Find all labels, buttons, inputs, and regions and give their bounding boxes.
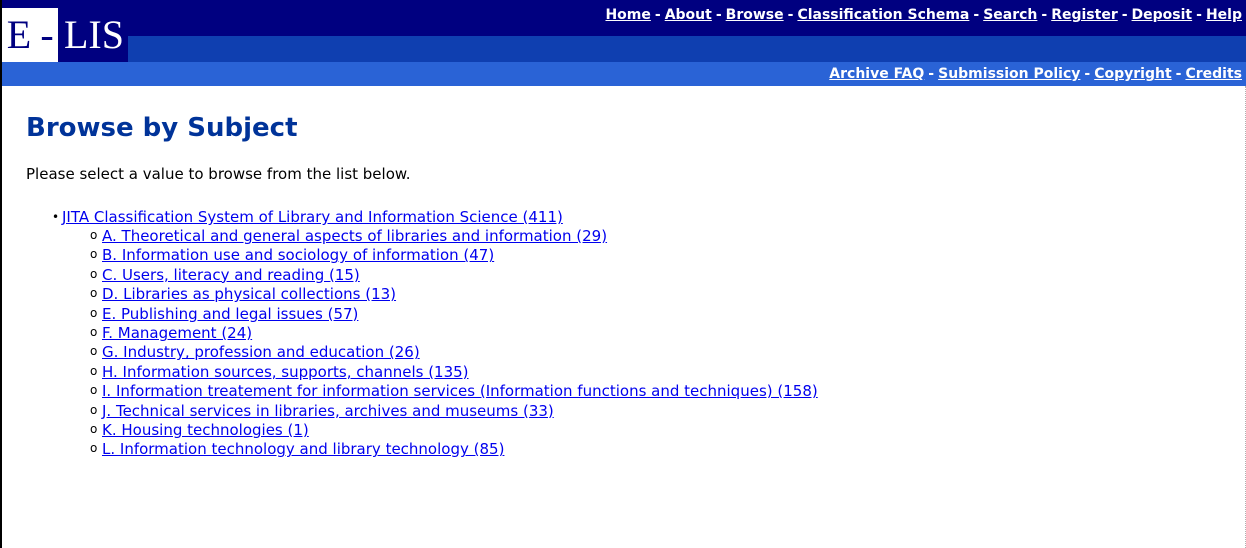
subject-tree-root-list: JITA Classification System of Library an… — [26, 208, 1226, 460]
nav-copyright-link[interactable]: Copyright — [1094, 66, 1171, 82]
site-logo[interactable]: E - LIS — [2, 8, 128, 62]
list-item: I. Information treatement for informatio… — [90, 381, 1226, 401]
nav-separator: - — [654, 7, 661, 23]
subject-link-a[interactable]: A. Theoretical and general aspects of li… — [102, 227, 607, 245]
nav-separator: - — [1041, 7, 1048, 23]
secondary-nav: Archive FAQ - Submission Policy - Copyri… — [829, 62, 1242, 86]
subject-tree: JITA Classification System of Library an… — [26, 208, 1226, 460]
header-band-middle — [0, 36, 1246, 62]
logo-letter-e: E — [2, 8, 36, 62]
nav-submission-policy-link[interactable]: Submission Policy — [938, 66, 1080, 82]
nav-deposit-link[interactable]: Deposit — [1132, 7, 1193, 23]
subject-link-k[interactable]: K. Housing technologies (1) — [102, 421, 309, 439]
nav-separator: - — [1084, 66, 1091, 82]
list-item: E. Publishing and legal issues (57) — [90, 304, 1226, 324]
page-title: Browse by Subject — [26, 113, 298, 143]
nav-credits-link[interactable]: Credits — [1185, 66, 1242, 82]
list-item: J. Technical services in libraries, arch… — [90, 401, 1226, 421]
nav-classification-schema-link[interactable]: Classification Schema — [797, 7, 969, 23]
subject-link-f[interactable]: F. Management (24) — [102, 324, 252, 342]
nav-separator: - — [715, 7, 722, 23]
subject-link-j[interactable]: J. Technical services in libraries, arch… — [102, 402, 554, 420]
nav-home-link[interactable]: Home — [605, 7, 650, 23]
nav-separator: - — [1196, 7, 1202, 23]
subject-link-d[interactable]: D. Libraries as physical collections (13… — [102, 285, 396, 303]
nav-separator: - — [1121, 7, 1128, 23]
subject-root-link[interactable]: JITA Classification System of Library an… — [62, 208, 563, 226]
subject-tree-root-item: JITA Classification System of Library an… — [52, 208, 1226, 460]
subject-link-b[interactable]: B. Information use and sociology of info… — [102, 246, 494, 264]
list-item: D. Libraries as physical collections (13… — [90, 284, 1226, 304]
left-border — [0, 0, 2, 548]
nav-search-link[interactable]: Search — [983, 7, 1037, 23]
list-item: B. Information use and sociology of info… — [90, 245, 1226, 265]
nav-about-link[interactable]: About — [665, 7, 712, 23]
subject-link-h[interactable]: H. Information sources, supports, channe… — [102, 363, 469, 381]
subject-link-c[interactable]: C. Users, literacy and reading (15) — [102, 266, 360, 284]
main-content: Browse by Subject Please select a value … — [26, 110, 1226, 460]
page: E - LIS Home - About - Browse - Classifi… — [0, 0, 1246, 548]
subject-link-l[interactable]: L. Information technology and library te… — [102, 440, 504, 458]
subject-sublist: A. Theoretical and general aspects of li… — [62, 226, 1226, 460]
list-item: C. Users, literacy and reading (15) — [90, 265, 1226, 285]
list-item: F. Management (24) — [90, 323, 1226, 343]
nav-separator: - — [787, 7, 794, 23]
list-item: A. Theoretical and general aspects of li… — [90, 226, 1226, 246]
logo-dash: - — [36, 8, 58, 62]
list-item: H. Information sources, supports, channe… — [90, 362, 1226, 382]
nav-browse-link[interactable]: Browse — [726, 7, 784, 23]
nav-separator: - — [928, 66, 935, 82]
nav-separator: - — [973, 7, 980, 23]
logo-lis: LIS — [64, 12, 124, 57]
subject-link-e[interactable]: E. Publishing and legal issues (57) — [102, 305, 358, 323]
primary-nav: Home - About - Browse - Classification S… — [605, 2, 1242, 28]
list-item: L. Information technology and library te… — [90, 439, 1226, 459]
nav-separator: - — [1175, 66, 1182, 82]
nav-archive-faq-link[interactable]: Archive FAQ — [829, 66, 924, 82]
nav-help-link[interactable]: Help — [1206, 7, 1242, 23]
list-item: K. Housing technologies (1) — [90, 420, 1226, 440]
subject-link-g[interactable]: G. Industry, profession and education (2… — [102, 343, 420, 361]
list-item: G. Industry, profession and education (2… — [90, 342, 1226, 362]
site-header: E - LIS Home - About - Browse - Classifi… — [0, 0, 1246, 86]
subject-link-i[interactable]: I. Information treatement for informatio… — [102, 382, 818, 400]
nav-register-link[interactable]: Register — [1051, 7, 1118, 23]
browse-instructions: Please select a value to browse from the… — [26, 165, 411, 183]
